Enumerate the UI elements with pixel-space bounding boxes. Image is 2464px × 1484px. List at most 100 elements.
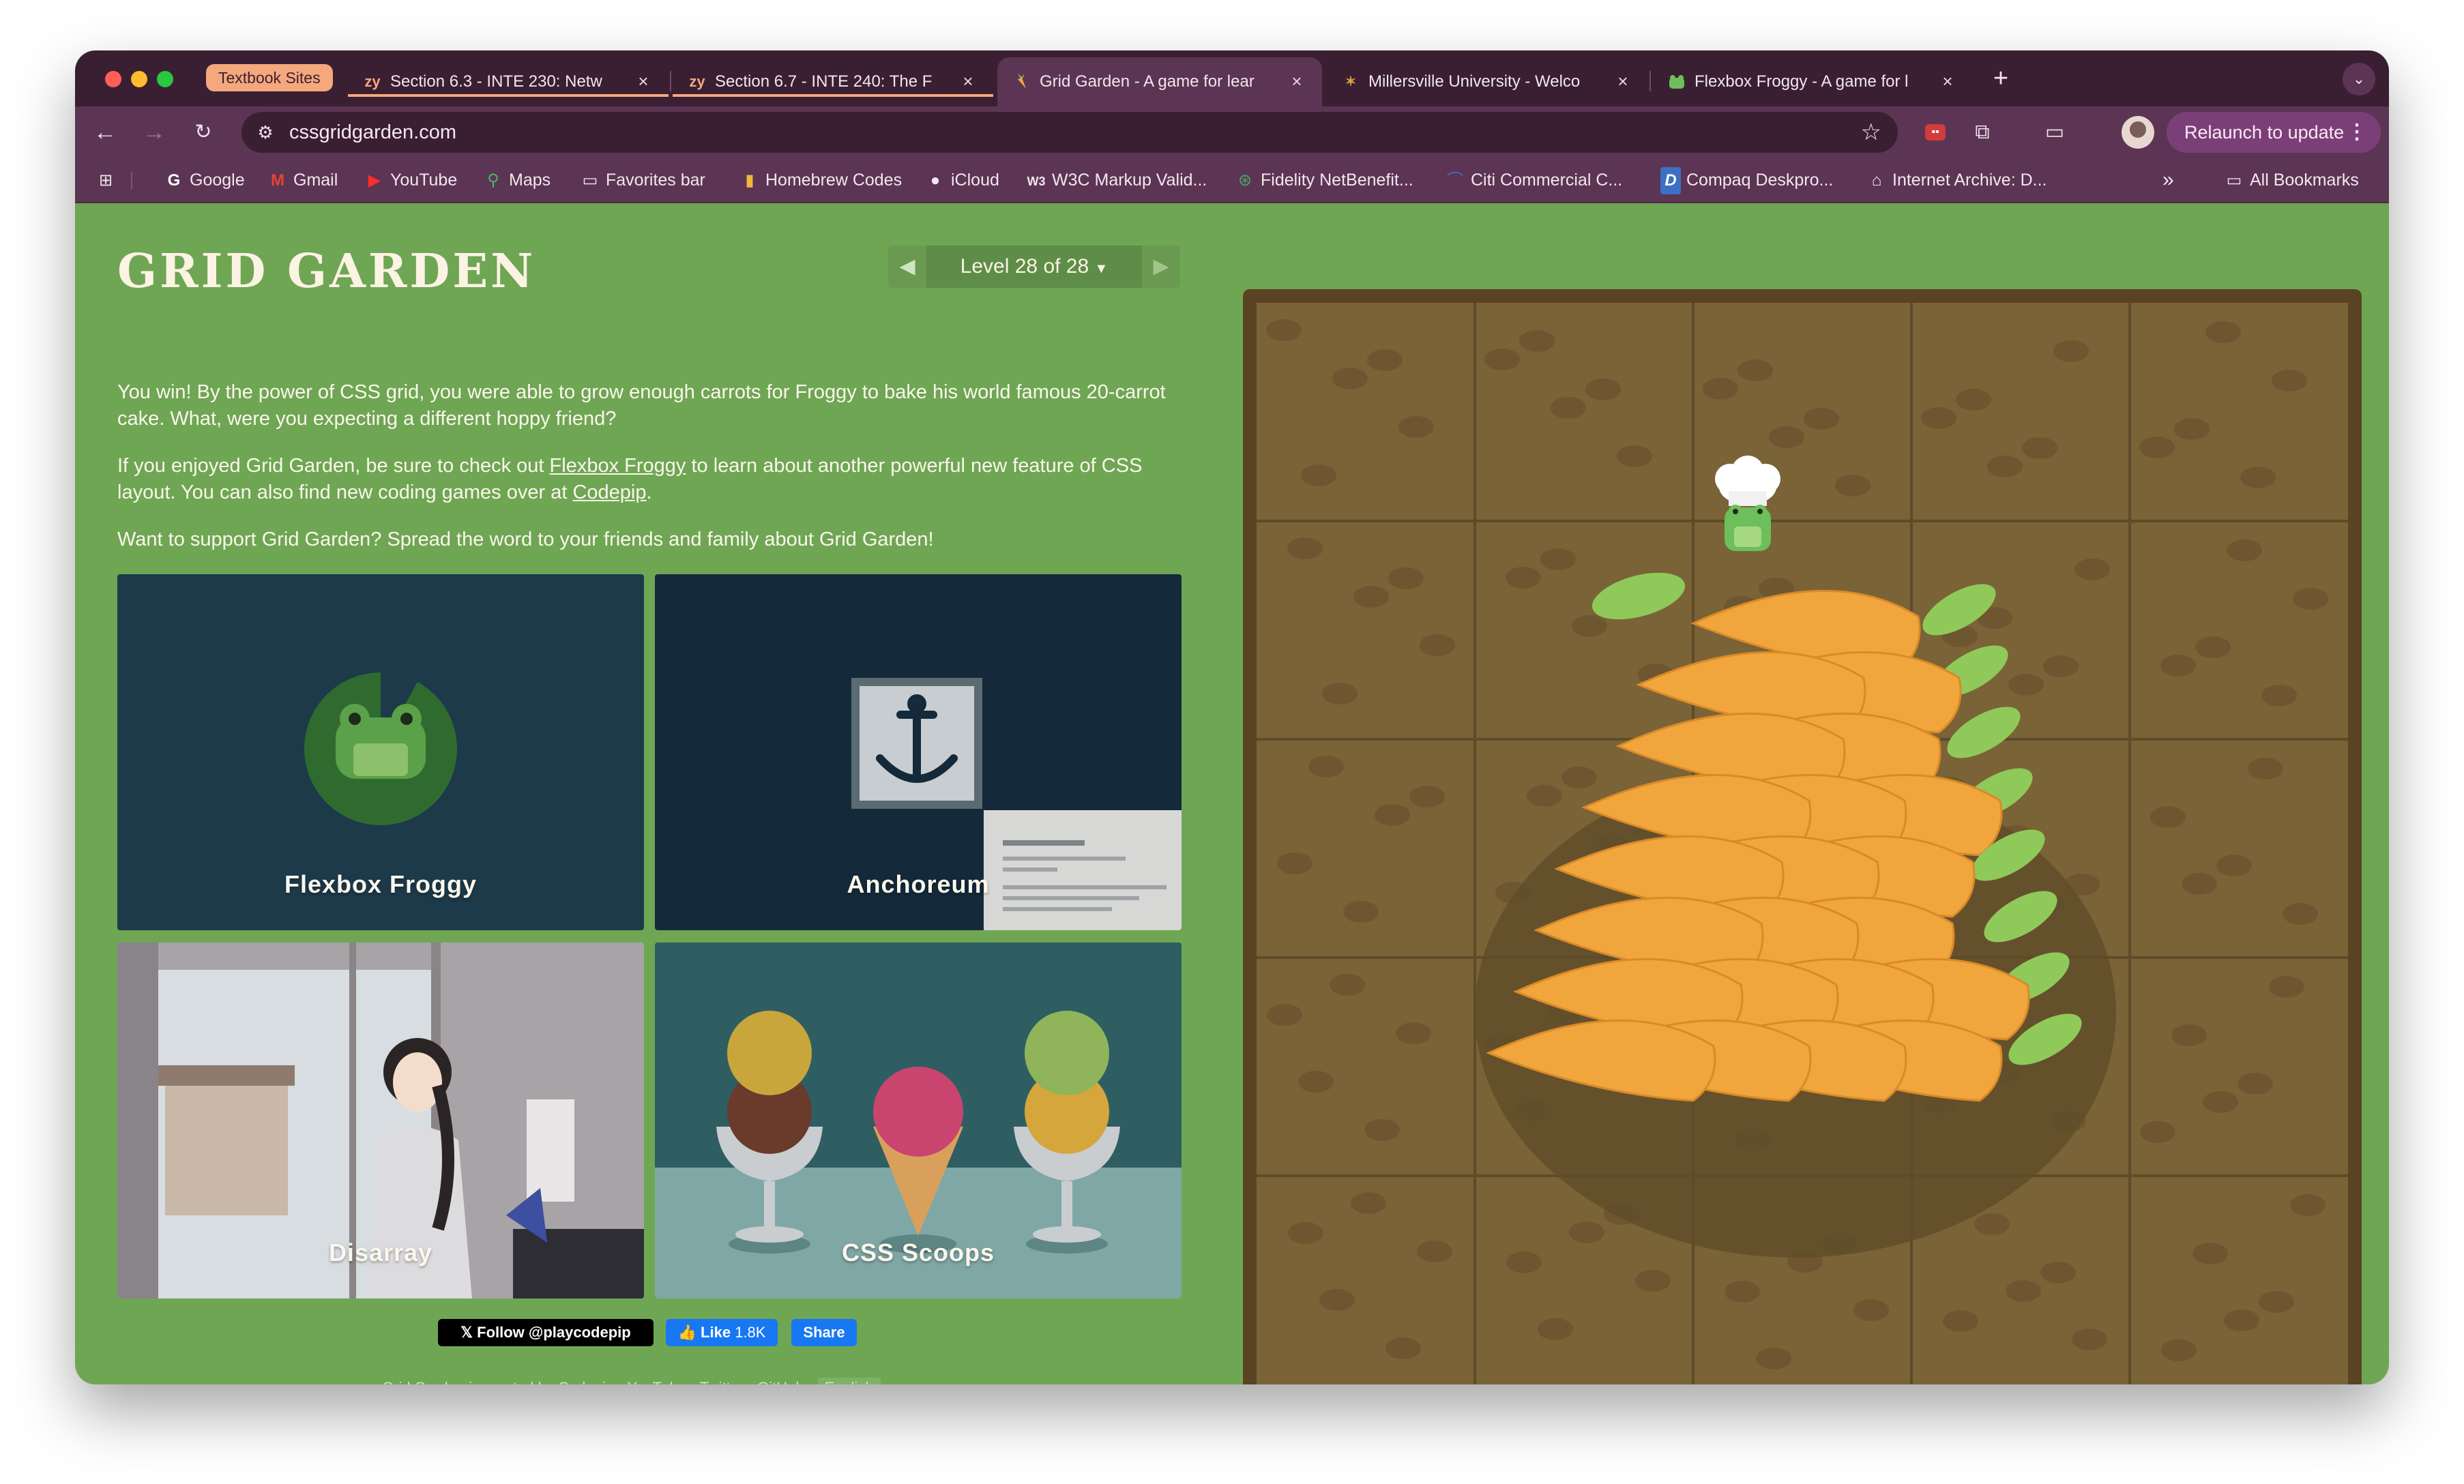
- flexbox-froggy-link[interactable]: Flexbox Froggy: [550, 455, 686, 477]
- millersville-icon: ✶: [1345, 74, 1357, 89]
- level-dropdown[interactable]: Level 28 of 28 ▼: [926, 246, 1142, 290]
- close-tab-icon[interactable]: ×: [1937, 71, 1958, 91]
- soil-spot: [2022, 437, 2057, 459]
- folder-icon: ▭: [2226, 171, 2242, 190]
- tab-millersville[interactable]: ✶ Millersville University - Welco ×: [1326, 57, 1648, 106]
- language-selector[interactable]: English: [817, 1378, 881, 1384]
- soil-spot: [2140, 1121, 2175, 1143]
- soil-spot: [1506, 567, 1541, 589]
- reload-icon[interactable]: ↻: [187, 116, 220, 149]
- soil-spot: [1519, 330, 1555, 352]
- facebook-share-button[interactable]: Share: [791, 1319, 857, 1346]
- soil-spot: [1343, 901, 1379, 923]
- tab-search-button[interactable]: ⌄: [2343, 63, 2375, 95]
- bookmark-youtube[interactable]: ▶ YouTube: [364, 166, 457, 194]
- close-window-button[interactable]: [105, 71, 121, 87]
- close-tab-icon[interactable]: ×: [1613, 71, 1633, 91]
- garden-board: [1257, 303, 2348, 1384]
- bookmark-compaq[interactable]: D Compaq Deskpro...: [1660, 166, 1833, 194]
- bookmark-internet-archive[interactable]: ⌂ Internet Archive: D...: [1866, 166, 2047, 194]
- card-anchoreum[interactable]: Anchoreum: [655, 574, 1182, 930]
- back-arrow-icon[interactable]: ←: [89, 116, 121, 149]
- all-bookmarks[interactable]: ▭ All Bookmarks: [2224, 166, 2359, 194]
- soil-spot: [2174, 418, 2210, 440]
- carrot-icon: [1012, 72, 1031, 91]
- bookmark-homebrew[interactable]: ▮ Homebrew Codes: [739, 166, 902, 194]
- soil-spot: [2160, 655, 2196, 677]
- tab-section-6-7[interactable]: zy Section 6.7 - INTE 240: The F ×: [673, 57, 993, 106]
- tab-grid-garden[interactable]: Grid Garden - A game for lear ×: [997, 57, 1322, 106]
- bookmark-w3c[interactable]: W3 W3C Markup Valid...: [1026, 166, 1207, 194]
- soil-spot: [2139, 436, 2175, 458]
- soil-spot: [1330, 974, 1365, 996]
- apps-grid-icon[interactable]: ⊞: [96, 166, 121, 194]
- soil-spot: [1267, 1004, 1302, 1026]
- soil-spot: [1367, 349, 1403, 371]
- bookmark-favorites-bar[interactable]: ▭ Favorites bar: [580, 166, 705, 194]
- soil-spot: [1417, 1241, 1452, 1262]
- bookmark-star-icon[interactable]: ☆: [1861, 120, 1881, 145]
- soil-spot: [2008, 674, 2044, 696]
- bookmark-icloud[interactable]: ● iCloud: [925, 166, 999, 194]
- facebook-like-button[interactable]: 👍 Like 1.8K: [666, 1319, 778, 1346]
- soil-spot: [2150, 806, 2186, 828]
- relaunch-label: Relaunch to update: [2184, 122, 2345, 143]
- browser-window: Textbook Sites zy Section 6.3 - INTE 230…: [75, 50, 2389, 1384]
- soil-spot: [1835, 475, 1871, 496]
- codepip-link[interactable]: Codepip: [572, 481, 646, 503]
- relaunch-to-update-button[interactable]: Relaunch to update ⋮: [2167, 112, 2381, 153]
- tab-section-6-3[interactable]: zy Section 6.3 - INTE 230: Netw ×: [348, 57, 669, 106]
- soil-spot: [1921, 407, 1956, 429]
- enjoy-message: If you enjoyed Grid Garden, be sure to c…: [117, 455, 1143, 503]
- new-tab-button[interactable]: +: [1984, 61, 2018, 95]
- maps-pin-icon: ⚲: [487, 171, 499, 190]
- soil-spot: [2074, 559, 2110, 580]
- bookmark-google[interactable]: G Google: [164, 166, 245, 194]
- bookmark-gmail[interactable]: M Gmail: [267, 166, 338, 194]
- card-label: Disarray: [328, 1238, 433, 1266]
- card-css-scoops[interactable]: CSS Scoops: [655, 943, 1182, 1298]
- bookmark-fidelity[interactable]: ⊛ Fidelity NetBenefit...: [1235, 166, 1413, 194]
- compaq-icon: D: [1660, 167, 1681, 194]
- extensions-puzzle-icon[interactable]: ⧉: [1967, 117, 1997, 147]
- extension-red-icon[interactable]: ▪▪: [1925, 124, 1946, 140]
- soil-spot: [1332, 368, 1368, 389]
- bookmark-maps[interactable]: ⚲ Maps: [483, 166, 551, 194]
- minimize-window-button[interactable]: [131, 71, 147, 87]
- soil-spot: [1956, 389, 1991, 411]
- card-label: Flexbox Froggy: [284, 870, 478, 898]
- next-level-button[interactable]: ▶: [1142, 246, 1180, 288]
- tab-title: Section 6.7 - INTE 240: The F: [715, 72, 933, 91]
- card-disarray[interactable]: Disarray: [117, 943, 644, 1298]
- reading-mode-icon[interactable]: ▭: [2040, 117, 2070, 147]
- address-bar[interactable]: ⚙ cssgridgarden.com ☆: [241, 112, 1898, 153]
- bookmark-citi[interactable]: ⌒ Citi Commercial C...: [1445, 166, 1622, 194]
- page-title: GRID GARDEN: [117, 244, 536, 299]
- thumbs-up-icon: 👍: [677, 1324, 701, 1341]
- profile-avatar[interactable]: [2122, 116, 2154, 149]
- level-navigator: ◀ Level 28 of 28 ▼ ▶: [888, 246, 1180, 288]
- close-tab-icon[interactable]: ×: [958, 71, 978, 91]
- google-icon: G: [167, 171, 181, 190]
- forward-arrow-icon[interactable]: →: [138, 116, 171, 149]
- toolbar: ← → ↻ ⚙ cssgridgarden.com ☆ ▪▪ ⧉ ▭ Relau…: [75, 106, 2389, 158]
- close-tab-icon[interactable]: ×: [633, 71, 654, 91]
- tab-divider: [1649, 71, 1651, 91]
- soil-spot: [1409, 786, 1445, 807]
- twitter-follow-button[interactable]: 𝕏 Follow @playcodepip: [438, 1319, 654, 1346]
- soil-spot: [2053, 340, 2089, 362]
- zybooks-icon: zy: [689, 73, 705, 90]
- garden-grid: [1257, 303, 2348, 1384]
- site-settings-icon[interactable]: ⚙: [255, 122, 276, 143]
- more-bookmarks-icon[interactable]: »: [2162, 166, 2174, 194]
- soil-spot: [2240, 466, 2276, 488]
- close-tab-icon[interactable]: ×: [1287, 71, 1307, 91]
- url-text[interactable]: cssgridgarden.com: [289, 121, 456, 143]
- card-flexbox-froggy[interactable]: Flexbox Froggy: [117, 574, 644, 930]
- previous-level-button[interactable]: ◀: [888, 246, 926, 288]
- soil-spot: [2248, 758, 2283, 780]
- frog-icon: [1667, 72, 1686, 91]
- tab-flexbox-froggy[interactable]: Flexbox Froggy - A game for l ×: [1652, 57, 1973, 106]
- tab-group-label[interactable]: Textbook Sites: [206, 64, 333, 91]
- zoom-window-button[interactable]: [157, 71, 173, 87]
